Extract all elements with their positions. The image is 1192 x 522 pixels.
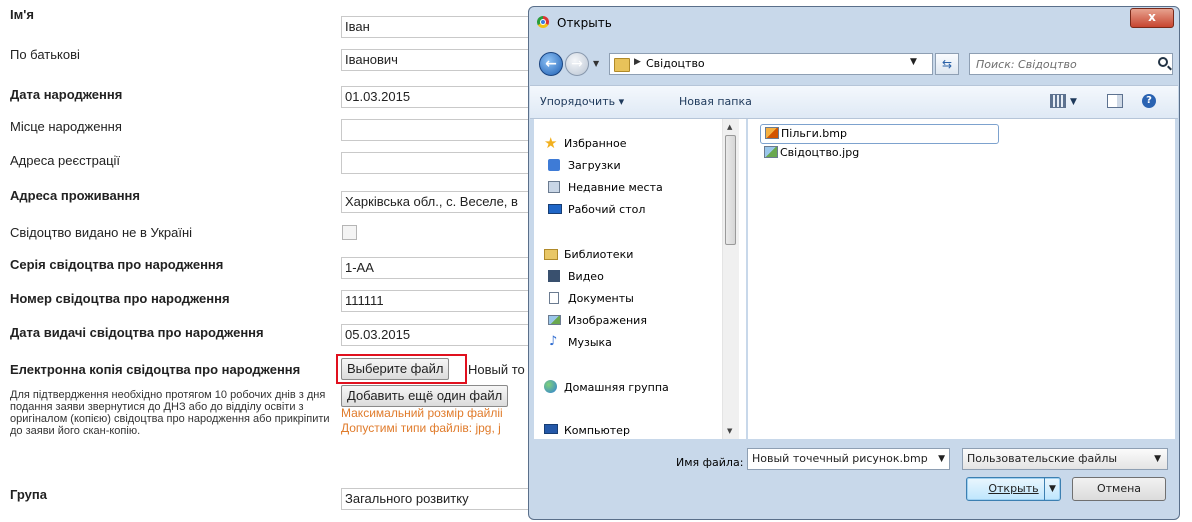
image-file-icon <box>764 146 778 158</box>
new-folder-button[interactable]: Новая папка <box>679 95 752 108</box>
open-split-dropdown-icon[interactable]: ▼ <box>1044 478 1060 500</box>
downloads-icon <box>548 159 560 171</box>
allowed-types-text: Допустимі типи файлів: jpg, j <box>341 421 501 435</box>
nav-item-recent[interactable]: Недавние места <box>568 181 663 194</box>
address-dropdown-icon[interactable]: ▼ <box>910 57 917 67</box>
help-icon[interactable]: ? <box>1142 94 1156 108</box>
search-box[interactable]: Поиск: Свідоцтво <box>969 53 1173 75</box>
navigation-pane: ★ Избранное Загрузки Недавние места Рабо… <box>534 119 746 439</box>
music-icon: ♪ <box>549 334 558 349</box>
dialog-title: Открыть <box>557 16 612 30</box>
breadcrumb-current[interactable]: Свідоцтво <box>646 57 705 70</box>
label-first-name: Ім'я <box>10 7 34 22</box>
homegroup-icon <box>544 380 557 393</box>
patronymic-input[interactable]: Іванович <box>341 49 541 71</box>
filename-input[interactable]: Новый точечный рисунок.bmp ▼ <box>747 448 950 470</box>
search-icon[interactable] <box>1158 57 1168 67</box>
open-file-dialog: Открыть x ← → ▼ ▶ Свідоцтво ▼ ⇆ Поиск: С… <box>528 6 1180 520</box>
label-cert-issue-date: Дата видачі свідоцтва про народження <box>10 325 264 340</box>
forward-button[interactable]: → <box>565 52 589 76</box>
label-cert-number: Номер свідоцтва про народження <box>10 291 230 306</box>
nav-item-libraries[interactable]: Библиотеки <box>564 248 633 261</box>
highlight-box <box>336 354 467 384</box>
image-file-icon <box>765 127 779 139</box>
birth-date-input[interactable]: 01.03.2015 <box>341 86 541 108</box>
label-cert-series: Серія свідоцтва про народження <box>10 257 224 272</box>
group-select[interactable]: Загального розвитку <box>341 488 541 510</box>
view-options-icon[interactable] <box>1050 94 1066 108</box>
add-file-button[interactable]: Добавить ещё один файл <box>341 385 509 407</box>
first-name-input[interactable]: Іван <box>341 16 541 38</box>
organize-button[interactable]: Упорядочить ▾ <box>540 95 624 108</box>
filename-value: Новый точечный рисунок.bmp <box>752 452 928 465</box>
dialog-titlebar[interactable]: Открыть x <box>529 7 1179 35</box>
cert-series-input[interactable]: 1-АА <box>341 257 541 279</box>
cert-note: Для підтвердження необхідно протягом 10 … <box>10 389 330 437</box>
issued-abroad-checkbox[interactable] <box>342 225 357 240</box>
filetype-select[interactable]: Пользовательские файлы ▼ <box>962 448 1168 470</box>
nav-item-computer[interactable]: Компьютер <box>564 424 630 437</box>
preview-pane-icon[interactable] <box>1107 94 1123 108</box>
label-patronymic: По батькові <box>10 47 80 62</box>
registration-address-input[interactable] <box>341 152 541 174</box>
open-button-label: Открыть <box>988 482 1039 495</box>
nav-item-desktop[interactable]: Рабочий стол <box>568 203 645 216</box>
scroll-thumb[interactable] <box>725 135 736 245</box>
recent-places-icon <box>548 181 560 193</box>
label-registration-address: Адреса реєстрації <box>10 153 121 168</box>
label-cert-copy: Електронна копія свідоцтва про народженн… <box>10 362 301 377</box>
nav-item-music[interactable]: Музыка <box>568 336 612 349</box>
view-dropdown-icon[interactable]: ▼ <box>1070 97 1077 107</box>
filename-label: Имя файла: <box>676 456 744 469</box>
video-icon <box>548 270 560 282</box>
label-issued-abroad: Свідоцтво видано не в Україні <box>10 225 193 240</box>
label-residence-address: Адреса проживання <box>10 188 140 203</box>
nav-item-downloads[interactable]: Загрузки <box>568 159 621 172</box>
label-group: Група <box>10 487 47 502</box>
chosen-file-name: Новый то <box>468 362 525 377</box>
cert-number-input[interactable]: 111111 <box>341 290 541 312</box>
nav-item-pictures[interactable]: Изображения <box>568 314 647 327</box>
cancel-button[interactable]: Отмена <box>1072 477 1166 501</box>
star-icon: ★ <box>544 134 558 152</box>
dialog-toolbar: Упорядочить ▾ Новая папка ▼ ? <box>530 85 1178 119</box>
scroll-down-icon[interactable]: ▼ <box>727 427 732 435</box>
folder-icon <box>614 58 630 72</box>
nav-item-favorites[interactable]: Избранное <box>564 137 626 150</box>
refresh-icon[interactable]: ⇆ <box>935 53 959 75</box>
desktop-icon <box>548 204 562 214</box>
file-item[interactable]: Пільги.bmp <box>760 124 999 144</box>
chrome-icon <box>537 16 549 28</box>
label-birth-place: Місце народження <box>10 119 122 134</box>
scroll-up-icon[interactable]: ▲ <box>727 123 732 131</box>
address-bar[interactable]: ▶ Свідоцтво ▼ <box>609 53 933 75</box>
file-list: Пільги.bmp Свідоцтво.jpg <box>748 119 1175 439</box>
filetype-dropdown-icon: ▼ <box>1154 454 1161 464</box>
computer-icon <box>544 424 558 434</box>
label-birth-date: Дата народження <box>10 87 123 102</box>
back-button[interactable]: ← <box>539 52 563 76</box>
search-placeholder: Поиск: Свідоцтво <box>976 58 1077 71</box>
nav-scrollbar[interactable]: ▲ ▼ <box>722 119 739 439</box>
navigation-bar: ← → ▼ ▶ Свідоцтво ▼ ⇆ Поиск: Свідоцтво <box>535 50 1173 78</box>
residence-address-input[interactable]: Харківська обл., с. Веселе, в <box>341 191 541 213</box>
nav-item-homegroup[interactable]: Домашняя группа <box>564 381 669 394</box>
file-name: Пільги.bmp <box>781 127 847 140</box>
breadcrumb-separator-icon[interactable]: ▶ <box>634 57 641 67</box>
nav-item-documents[interactable]: Документы <box>568 292 634 305</box>
filetype-value: Пользовательские файлы <box>967 452 1118 465</box>
cert-issue-date-input[interactable]: 05.03.2015 <box>341 324 541 346</box>
filename-dropdown-icon[interactable]: ▼ <box>936 449 945 469</box>
max-size-text: Максимальний розмір файліі <box>341 406 503 420</box>
close-button[interactable]: x <box>1130 8 1174 28</box>
birth-place-input[interactable] <box>341 119 541 141</box>
history-dropdown-icon[interactable]: ▼ <box>593 59 599 68</box>
documents-icon <box>549 292 559 304</box>
nav-item-video[interactable]: Видео <box>568 270 604 283</box>
pictures-icon <box>548 315 561 325</box>
file-name: Свідоцтво.jpg <box>780 146 860 159</box>
libraries-icon <box>544 249 558 260</box>
open-button[interactable]: Открыть ▼ <box>966 477 1061 501</box>
